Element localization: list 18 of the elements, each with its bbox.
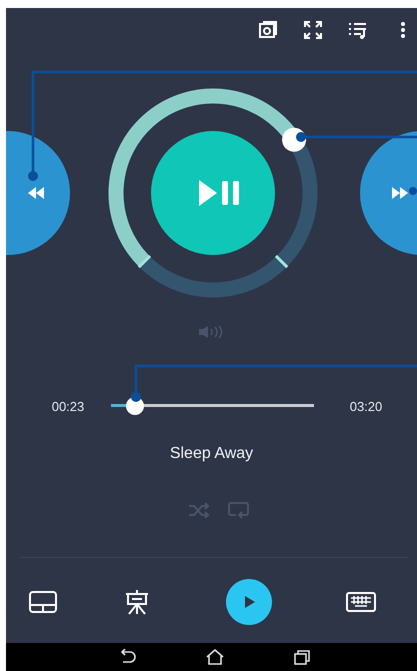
- touchpad-icon[interactable]: [29, 591, 58, 613]
- presentation-easel-icon[interactable]: [124, 589, 150, 615]
- recent-apps-icon[interactable]: [293, 649, 313, 665]
- play-button[interactable]: [226, 579, 272, 625]
- total-time: 03:20: [348, 398, 384, 414]
- song-title: Sleep Away: [170, 445, 254, 463]
- elapsed-time: 00:23: [50, 398, 86, 414]
- play-icon: [244, 595, 256, 609]
- cast-screen-icon[interactable]: [258, 20, 278, 40]
- keyboard-icon[interactable]: [346, 592, 376, 612]
- fullscreen-icon[interactable]: [303, 20, 323, 40]
- playlist-icon[interactable]: [348, 20, 368, 40]
- home-icon[interactable]: [205, 649, 225, 665]
- fast-forward-button[interactable]: [360, 131, 417, 255]
- rewind-button[interactable]: [6, 131, 70, 255]
- play-pause-button[interactable]: [151, 131, 275, 255]
- leader-dot: [409, 187, 417, 195]
- volume-dial[interactable]: [108, 88, 318, 298]
